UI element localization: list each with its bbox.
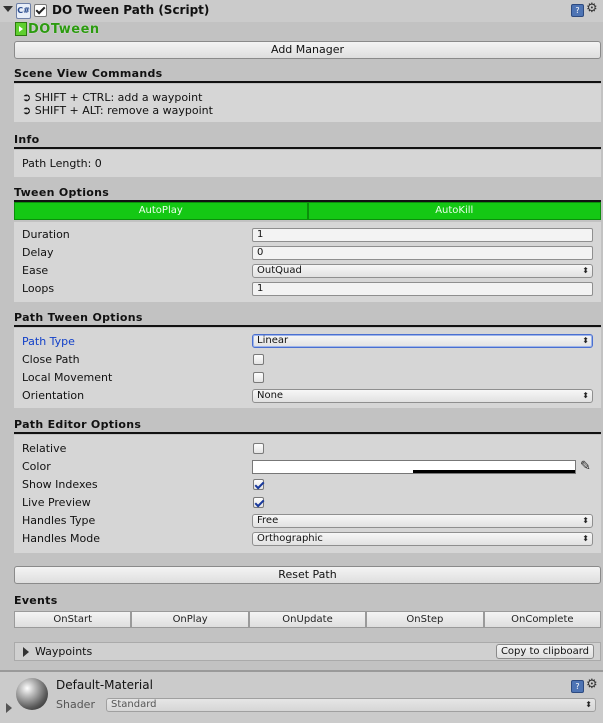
autokill-toggle[interactable]: AutoKill (307, 202, 601, 220)
expand-arrow-icon[interactable] (23, 647, 29, 657)
show-indexes-label: Show Indexes (22, 478, 98, 491)
eyedropper-icon[interactable]: ✎ (580, 459, 591, 474)
play-logo-icon (15, 22, 27, 36)
logo-text: DOTween (28, 21, 100, 37)
handles-type-label: Handles Type (22, 514, 96, 527)
gear-icon[interactable]: ⚙ (586, 677, 598, 692)
relative-checkbox[interactable] (253, 443, 264, 454)
handles-type-value: Free (257, 515, 279, 526)
loops-field[interactable]: 1 (252, 282, 593, 296)
show-indexes-checkbox[interactable] (253, 479, 264, 490)
tween-toggle-bar: AutoPlay AutoKill (14, 202, 601, 220)
command-remove-waypoint: ➲ SHIFT + ALT: remove a waypoint (22, 104, 213, 117)
reset-path-button[interactable]: Reset Path (14, 566, 601, 584)
component-enabled-checkbox[interactable] (34, 4, 47, 17)
expand-arrow-icon[interactable] (6, 703, 12, 713)
dropdown-arrow-icon: ⬍ (582, 516, 589, 525)
path-type-value: Linear (257, 335, 289, 346)
local-movement-checkbox[interactable] (253, 372, 264, 383)
shader-value: Standard (111, 699, 157, 710)
add-manager-button[interactable]: Add Manager (14, 41, 601, 59)
shader-dropdown[interactable]: Standard ⬍ (106, 698, 596, 712)
section-divider (14, 147, 601, 149)
command-add-waypoint: ➲ SHIFT + CTRL: add a waypoint (22, 91, 203, 104)
section-title-path-tween-options: Path Tween Options (14, 311, 143, 324)
orientation-label: Orientation (22, 389, 85, 402)
section-divider (14, 432, 601, 434)
material-preview-sphere (16, 678, 48, 710)
ease-value: OutQuad (257, 265, 302, 276)
local-movement-label: Local Movement (22, 371, 113, 384)
close-path-checkbox[interactable] (253, 354, 264, 365)
loops-label: Loops (22, 282, 55, 295)
waypoints-label: Waypoints (35, 645, 93, 658)
relative-label: Relative (22, 442, 67, 455)
onstart-button[interactable]: OnStart (14, 611, 132, 628)
delay-field[interactable]: 0 (252, 246, 593, 260)
dotween-logo: DOTween (15, 21, 100, 37)
path-length-text: Path Length: 0 (22, 157, 102, 170)
onstep-button[interactable]: OnStep (366, 611, 484, 628)
dropdown-arrow-icon: ⬍ (582, 391, 589, 400)
ease-dropdown[interactable]: OutQuad ⬍ (252, 264, 593, 278)
handles-mode-dropdown[interactable]: Orthographic ⬍ (252, 532, 593, 546)
section-title-events: Events (14, 594, 58, 607)
script-icon: C# (16, 3, 31, 19)
section-title-scene-view: Scene View Commands (14, 67, 163, 80)
handles-mode-label: Handles Mode (22, 532, 100, 545)
handles-mode-value: Orthographic (257, 533, 323, 544)
info-box (14, 150, 601, 177)
dropdown-arrow-icon: ⬍ (582, 336, 589, 345)
color-label: Color (22, 460, 51, 473)
orientation-value: None (257, 390, 284, 401)
component-title: DO Tween Path (Script) (52, 3, 210, 17)
oncomplete-button[interactable]: OnComplete (483, 611, 602, 628)
onupdate-button[interactable]: OnUpdate (248, 611, 367, 628)
duration-label: Duration (22, 228, 70, 241)
material-name: Default-Material (56, 678, 153, 692)
collapse-arrow-icon[interactable] (3, 6, 13, 12)
onplay-button[interactable]: OnPlay (131, 611, 249, 628)
autoplay-toggle[interactable]: AutoPlay (14, 202, 308, 220)
dropdown-arrow-icon: ⬍ (585, 700, 592, 709)
delay-label: Delay (22, 246, 54, 259)
orientation-dropdown[interactable]: None ⬍ (252, 389, 593, 403)
section-title-path-editor-options: Path Editor Options (14, 418, 142, 431)
section-divider (14, 81, 601, 83)
help-book-icon[interactable]: ? (571, 680, 584, 693)
events-bar: OnStart OnPlay OnUpdate OnStep OnComplet… (14, 611, 602, 628)
live-preview-checkbox[interactable] (253, 497, 264, 508)
shader-label: Shader (56, 698, 95, 711)
copy-to-clipboard-button[interactable]: Copy to clipboard (495, 644, 594, 659)
path-type-label: Path Type (22, 335, 75, 348)
color-swatch-field[interactable] (252, 460, 576, 474)
duration-field[interactable]: 1 (252, 228, 593, 242)
dropdown-arrow-icon: ⬍ (582, 534, 589, 543)
dropdown-arrow-icon: ⬍ (582, 266, 589, 275)
section-divider (14, 325, 601, 327)
waypoints-foldout[interactable]: Waypoints Copy to clipboard (14, 642, 601, 661)
path-type-dropdown[interactable]: Linear ⬍ (252, 334, 593, 348)
close-path-label: Close Path (22, 353, 80, 366)
live-preview-label: Live Preview (22, 496, 91, 509)
color-alpha-bar (413, 470, 575, 473)
section-title-info: Info (14, 133, 40, 146)
handles-type-dropdown[interactable]: Free ⬍ (252, 514, 593, 528)
help-book-icon[interactable]: ? (571, 4, 584, 17)
gear-icon[interactable]: ⚙ (586, 1, 598, 16)
ease-label: Ease (22, 264, 49, 277)
section-title-tween-options: Tween Options (14, 186, 110, 199)
